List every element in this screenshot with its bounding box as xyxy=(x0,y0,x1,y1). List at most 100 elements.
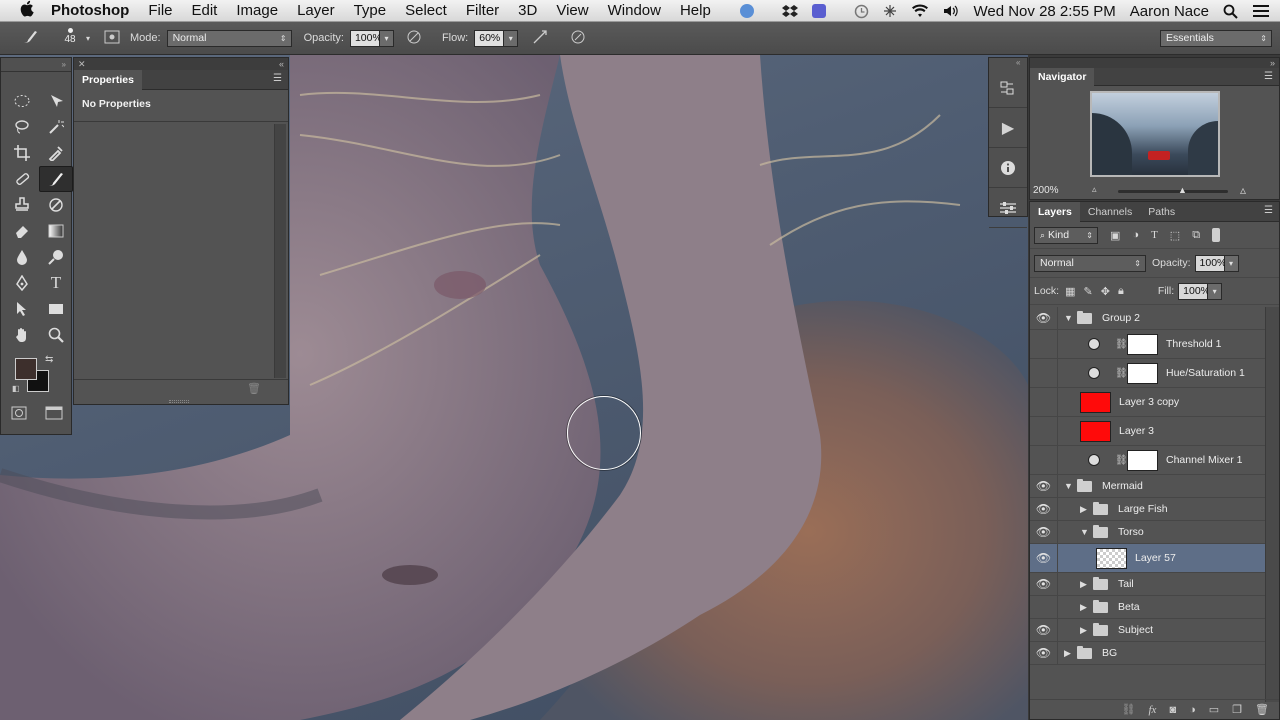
navigator-thumbnail[interactable] xyxy=(1090,91,1220,177)
gradient-tool-icon[interactable] xyxy=(39,218,73,244)
type-tool-icon[interactable]: T xyxy=(39,270,73,296)
healing-brush-tool-icon[interactable] xyxy=(5,166,39,192)
mask-link-icon[interactable]: ⛓︎ xyxy=(1115,368,1128,379)
group-expanded-icon[interactable]: ▼ xyxy=(1064,313,1073,323)
wifi-icon[interactable] xyxy=(911,4,929,18)
lock-all-icon[interactable]: 🔒︎ xyxy=(1118,285,1124,298)
visibility-off-box[interactable] xyxy=(1030,417,1058,445)
spotlight-search-icon[interactable] xyxy=(1223,4,1238,19)
layers-scrollbar[interactable] xyxy=(1265,307,1279,702)
mode-dropdown[interactable]: Normal ⇕ xyxy=(166,29,292,47)
visibility-eye-icon[interactable]: 👁︎ xyxy=(1030,544,1058,572)
default-colors-icon[interactable]: ◧ xyxy=(12,384,20,393)
properties-delete-icon[interactable]: 🗑 xyxy=(247,382,261,395)
opacity-slider-arrow-icon[interactable]: ▾ xyxy=(379,29,394,47)
airbrush-icon[interactable] xyxy=(532,29,550,48)
filter-smart-object-icon[interactable]: ⧉ xyxy=(1192,229,1200,242)
layer-opacity-input[interactable]: 100% xyxy=(1194,254,1226,272)
quick-mask-icon[interactable] xyxy=(11,406,27,423)
swap-colors-icon[interactable]: ⇆ xyxy=(45,354,53,365)
visibility-off-box[interactable] xyxy=(1030,359,1058,387)
layer-row-torso[interactable]: 👁︎ ▼ Torso xyxy=(1030,521,1265,544)
app-status-icon[interactable] xyxy=(812,4,840,18)
properties-collapse-icon[interactable]: « xyxy=(279,58,284,70)
navigator-zoom-slider[interactable]: ▲ xyxy=(1118,185,1228,195)
add-mask-icon[interactable]: ◙ xyxy=(1169,704,1176,716)
layer-row-layer-57[interactable]: 👁︎ Layer 57 xyxy=(1030,544,1265,573)
brush-size-picker[interactable]: 48 xyxy=(58,25,82,51)
pressure-size-icon[interactable] xyxy=(570,29,586,48)
crop-tool-icon[interactable] xyxy=(5,140,39,166)
eraser-tool-icon[interactable] xyxy=(5,218,39,244)
group-expanded-icon[interactable]: ▼ xyxy=(1080,527,1089,537)
layer-row-subject[interactable]: 👁︎ ▶ Subject xyxy=(1030,619,1265,642)
filter-shape-icon[interactable]: ⬚ xyxy=(1170,229,1180,242)
link-layers-icon[interactable]: ⛓︎ xyxy=(1122,703,1136,716)
layer-row-tail[interactable]: 👁︎ ▶ Tail xyxy=(1030,573,1265,596)
navigator-collapse-icon[interactable]: » xyxy=(1270,58,1275,68)
foreground-color-swatch[interactable] xyxy=(15,358,37,380)
visibility-off-box[interactable] xyxy=(1030,596,1058,618)
delete-layer-icon[interactable]: 🗑︎ xyxy=(1255,703,1269,716)
lock-pixels-icon[interactable]: ✎ xyxy=(1084,285,1093,298)
menu-type[interactable]: Type xyxy=(354,2,387,19)
visibility-eye-icon[interactable]: 👁︎ xyxy=(1030,573,1058,595)
layer-row-layer-3[interactable]: Layer 3 xyxy=(1030,417,1265,446)
lock-transparent-icon[interactable]: ▦ xyxy=(1065,285,1075,298)
filter-adjustment-icon[interactable]: ◑ xyxy=(1132,229,1139,241)
lock-position-icon[interactable]: ✥ xyxy=(1101,285,1110,298)
layer-thumbnail[interactable] xyxy=(1080,391,1111,413)
layer-row-hue-saturation-1[interactable]: ⛓︎ Hue/Saturation 1 xyxy=(1030,359,1265,388)
mask-link-icon[interactable]: ⛓︎ xyxy=(1115,339,1128,350)
visibility-eye-icon[interactable]: 👁︎ xyxy=(1030,521,1058,543)
hand-tool-icon[interactable] xyxy=(5,322,39,348)
tools-panel-collapse-icon[interactable]: » xyxy=(1,58,71,72)
menu-edit[interactable]: Edit xyxy=(192,2,218,19)
info-panel-icon[interactable] xyxy=(989,148,1027,188)
menu-help[interactable]: Help xyxy=(680,2,711,19)
fill-input[interactable]: 100% xyxy=(1178,282,1210,300)
filter-type-icon[interactable]: T xyxy=(1151,229,1158,241)
properties-resize-grip[interactable] xyxy=(169,400,189,403)
new-group-icon[interactable]: ▭ xyxy=(1209,703,1219,716)
zoom-out-icon[interactable]: ▵ xyxy=(1092,184,1097,195)
clock-datetime[interactable]: Wed Nov 28 2:55 PM xyxy=(973,3,1115,20)
strip-expand-icon[interactable]: « xyxy=(989,58,1027,68)
blur-tool-icon[interactable] xyxy=(5,244,39,270)
navigator-zoom-value[interactable]: 200% xyxy=(1033,185,1059,196)
zoom-tool-icon[interactable] xyxy=(39,322,73,348)
layer-row-bg[interactable]: 👁︎ ▶ BG xyxy=(1030,642,1265,665)
marquee-tool-icon[interactable] xyxy=(5,88,39,114)
brush-tool-icon[interactable] xyxy=(39,166,73,192)
layer-filter-kind-dropdown[interactable]: ⌕ Kind ⇕ xyxy=(1034,226,1098,244)
adjustments-panel-icon[interactable] xyxy=(989,188,1027,228)
properties-panel-menu-icon[interactable]: ☰ xyxy=(273,73,282,84)
path-selection-tool-icon[interactable] xyxy=(5,296,39,322)
apple-menu-icon[interactable] xyxy=(19,0,39,21)
actions-play-icon[interactable]: ▶ xyxy=(989,108,1027,148)
navigator-zoom-thumb[interactable]: ▲ xyxy=(1178,185,1187,195)
menu-image[interactable]: Image xyxy=(236,2,278,19)
bluetooth-icon[interactable] xyxy=(883,4,897,18)
blend-mode-dropdown[interactable]: Normal ⇕ xyxy=(1034,254,1146,272)
tab-channels[interactable]: Channels xyxy=(1080,202,1140,222)
mask-link-icon[interactable]: ⛓︎ xyxy=(1115,455,1128,466)
layer-style-fx-icon[interactable]: fx xyxy=(1148,704,1156,716)
group-collapsed-icon[interactable]: ▶ xyxy=(1080,579,1087,590)
user-name[interactable]: Aaron Nace xyxy=(1130,3,1209,20)
menu-file[interactable]: File xyxy=(148,2,172,19)
layer-row-group-2[interactable]: 👁︎ ▼ Group 2 xyxy=(1030,307,1265,330)
time-machine-icon[interactable] xyxy=(854,4,869,19)
layer-thumbnail[interactable] xyxy=(1096,547,1127,569)
group-collapsed-icon[interactable]: ▶ xyxy=(1080,625,1087,636)
menu-select[interactable]: Select xyxy=(405,2,447,19)
layer-row-mermaid[interactable]: 👁︎ ▼ Mermaid xyxy=(1030,475,1265,498)
menu-3d[interactable]: 3D xyxy=(518,2,537,19)
layer-row-beta[interactable]: ▶ Beta xyxy=(1030,596,1265,619)
group-expanded-icon[interactable]: ▼ xyxy=(1064,481,1073,491)
fill-arrow-icon[interactable]: ▾ xyxy=(1208,282,1223,300)
properties-scrollbar[interactable] xyxy=(274,124,286,378)
navigator-panel-menu-icon[interactable]: ☰ xyxy=(1264,71,1273,82)
visibility-eye-icon[interactable]: 👁︎ xyxy=(1030,619,1058,641)
layer-row-layer-3-copy[interactable]: Layer 3 copy xyxy=(1030,388,1265,417)
